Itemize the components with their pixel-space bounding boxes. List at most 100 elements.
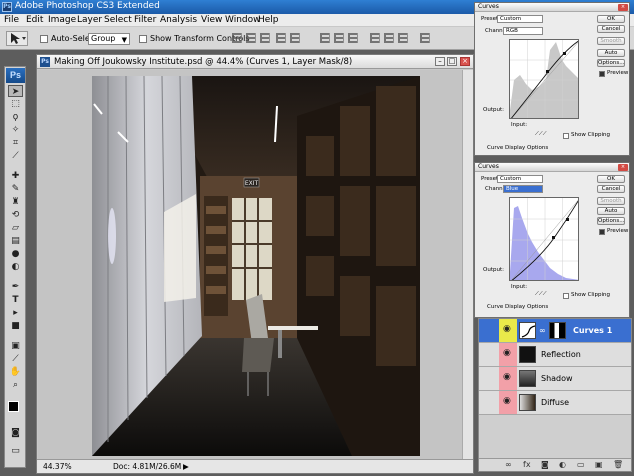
distribute-right-icon[interactable]: [398, 33, 408, 43]
crop-tool-icon[interactable]: ⌗: [8, 137, 23, 149]
menu-analysis[interactable]: Analysis: [160, 15, 197, 25]
marquee-tool-icon[interactable]: ⬚: [8, 98, 23, 110]
eyedropper-icons[interactable]: ⟋⟋⟋: [535, 291, 547, 298]
link-layers-icon[interactable]: ∞: [505, 460, 512, 469]
distribute-hcenter-icon[interactable]: [384, 33, 394, 43]
channel-select[interactable]: RGB: [503, 27, 543, 35]
align-bottom-icon[interactable]: [260, 33, 270, 43]
menu-view[interactable]: View: [201, 15, 222, 25]
layer-row-diffuse[interactable]: Diffuse: [479, 391, 631, 415]
layer-row-reflection[interactable]: Reflection: [479, 343, 631, 367]
ok-button[interactable]: OK: [597, 175, 625, 183]
distribute-left-icon[interactable]: [370, 33, 380, 43]
curve-display-options[interactable]: Curve Display Options: [487, 145, 548, 151]
visibility-eye-icon[interactable]: [499, 319, 517, 342]
new-layer-icon[interactable]: ▣: [595, 460, 603, 469]
auto-button[interactable]: Auto: [597, 49, 625, 57]
status-arrow-icon[interactable]: ▶: [183, 462, 189, 471]
auto-button[interactable]: Auto: [597, 207, 625, 215]
close-icon[interactable]: ×: [618, 164, 628, 171]
cancel-button[interactable]: Cancel: [597, 25, 625, 33]
shape-tool-icon[interactable]: ■: [8, 320, 23, 332]
minimize-icon[interactable]: –: [435, 57, 445, 66]
cancel-button[interactable]: Cancel: [597, 185, 625, 193]
menu-filter[interactable]: Filter: [134, 15, 156, 25]
close-icon[interactable]: ×: [618, 4, 628, 11]
show-clipping-checkbox[interactable]: [563, 293, 569, 299]
channel-select[interactable]: Blue: [503, 185, 543, 193]
clone-stamp-icon[interactable]: ♜: [8, 196, 23, 208]
curves-graph[interactable]: [509, 197, 579, 281]
pen-tool-icon[interactable]: ✒: [8, 281, 23, 293]
curve-display-options[interactable]: Curve Display Options: [487, 304, 548, 310]
magic-wand-icon[interactable]: ✧: [8, 124, 23, 136]
trash-icon[interactable]: 🗑: [613, 460, 623, 469]
show-transform-checkbox[interactable]: [139, 35, 147, 43]
preview-checkbox[interactable]: [599, 229, 605, 235]
menu-image[interactable]: Image: [48, 15, 76, 25]
distribute-bottom-icon[interactable]: [348, 33, 358, 43]
smooth-button[interactable]: Smooth: [597, 37, 625, 45]
preview-checkbox[interactable]: [599, 71, 605, 77]
add-mask-icon[interactable]: ◙: [541, 460, 549, 469]
document-title-bar[interactable]: Ps Making Off Joukowsky Institute.psd @ …: [37, 55, 473, 69]
distribute-top-icon[interactable]: [320, 33, 330, 43]
layer-style-icon[interactable]: fx: [523, 460, 531, 469]
zoom-level[interactable]: 44.37%: [43, 462, 72, 471]
new-group-icon[interactable]: ▭: [577, 460, 585, 469]
align-top-icon[interactable]: [232, 33, 242, 43]
maximize-icon[interactable]: □: [447, 57, 457, 66]
auto-select-checkbox[interactable]: [40, 35, 48, 43]
align-hcenter-icon[interactable]: [290, 33, 300, 43]
close-icon[interactable]: ×: [460, 57, 470, 66]
layer-mask-thumbnail[interactable]: [549, 322, 566, 339]
options-button[interactable]: Options...: [597, 59, 625, 67]
screen-mode-icon[interactable]: ▭: [8, 445, 23, 457]
options-button[interactable]: Options...: [597, 217, 625, 225]
ok-button[interactable]: OK: [597, 15, 625, 23]
dodge-tool-icon[interactable]: ◐: [8, 261, 23, 273]
move-tool-preset-icon[interactable]: [6, 31, 28, 46]
lasso-tool-icon[interactable]: ϙ: [8, 111, 23, 123]
move-tool-icon[interactable]: ➤: [8, 85, 23, 97]
curves-dialog-title-bar[interactable]: Curves: [475, 3, 629, 12]
preset-select[interactable]: Custom: [497, 15, 543, 23]
menu-edit[interactable]: Edit: [26, 15, 43, 25]
smooth-button[interactable]: Smooth: [597, 197, 625, 205]
align-left-icon[interactable]: [276, 33, 286, 43]
visibility-eye-icon[interactable]: [499, 343, 517, 366]
menu-select[interactable]: Select: [104, 15, 132, 25]
align-vcenter-icon[interactable]: [246, 33, 256, 43]
visibility-eye-icon[interactable]: [499, 391, 517, 414]
foreground-color-swatch[interactable]: [8, 401, 19, 412]
healing-brush-icon[interactable]: ✚: [8, 170, 23, 182]
layer-row-shadow[interactable]: Shadow: [479, 367, 631, 391]
menu-help[interactable]: Help: [258, 15, 279, 25]
eyedropper-icon[interactable]: ⟋: [8, 353, 23, 365]
brush-tool-icon[interactable]: ✎: [8, 183, 23, 195]
visibility-eye-icon[interactable]: [499, 367, 517, 390]
document-image[interactable]: EXIT: [92, 76, 420, 456]
auto-select-dropdown[interactable]: Group ▼: [88, 33, 130, 45]
path-selection-icon[interactable]: ▸: [8, 307, 23, 319]
preset-select[interactable]: Custom: [497, 175, 543, 183]
distribute-vcenter-icon[interactable]: [334, 33, 344, 43]
auto-align-icon[interactable]: [420, 33, 430, 43]
type-tool-icon[interactable]: T: [8, 294, 23, 306]
curves-graph[interactable]: [509, 39, 579, 119]
hand-tool-icon[interactable]: ✋: [8, 366, 23, 378]
menu-window[interactable]: Window: [225, 15, 261, 25]
eraser-tool-icon[interactable]: ▱: [8, 222, 23, 234]
menu-layer[interactable]: Layer: [77, 15, 102, 25]
layer-row-curves-1[interactable]: ∞ Curves 1: [479, 319, 631, 343]
blur-tool-icon[interactable]: ●: [8, 248, 23, 260]
slice-tool-icon[interactable]: ⟋: [8, 150, 23, 162]
adjustment-layer-icon[interactable]: ◐: [559, 460, 566, 469]
eyedropper-icons[interactable]: ⟋⟋⟋: [535, 131, 547, 138]
vertical-scrollbar[interactable]: [462, 70, 473, 460]
menu-file[interactable]: File: [4, 15, 19, 25]
zoom-tool-icon[interactable]: ⌕: [8, 379, 23, 391]
gradient-tool-icon[interactable]: ▤: [8, 235, 23, 247]
show-clipping-checkbox[interactable]: [563, 133, 569, 139]
history-brush-icon[interactable]: ⟲: [8, 209, 23, 221]
